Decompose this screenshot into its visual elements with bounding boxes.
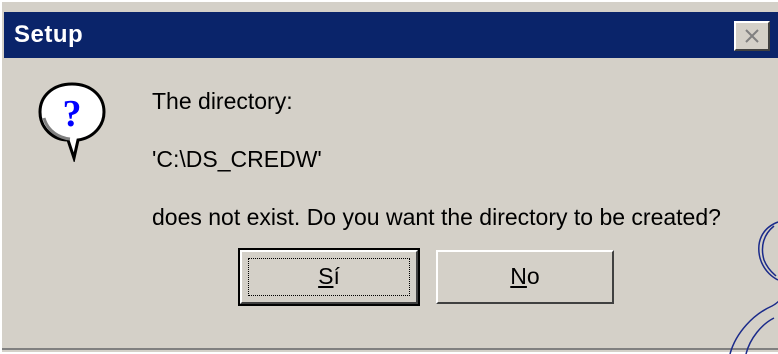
window-title: Setup <box>14 21 84 48</box>
message-line-directory: The directory: <box>152 88 293 114</box>
window-bottom-edge <box>2 348 778 350</box>
question-icon: ? <box>38 82 106 162</box>
yes-button-label: Sí <box>318 263 340 289</box>
yes-button[interactable]: Sí <box>238 248 420 306</box>
no-label-rest: o <box>526 263 540 289</box>
yes-mnemonic: S <box>318 263 334 289</box>
no-button-label: No <box>510 263 539 289</box>
svg-text:?: ? <box>63 93 82 135</box>
close-icon <box>745 29 759 43</box>
title-bar[interactable]: Setup <box>4 12 778 58</box>
no-button[interactable]: No <box>436 250 614 304</box>
message-line-question: does not exist. Do you want the director… <box>152 204 721 230</box>
message-line-path: 'C:\DS_CREDW' <box>152 146 322 172</box>
yes-label-rest: í <box>333 263 340 289</box>
setup-dialog: Setup ? The directory: 'C:\DS_CREDW' doe… <box>0 0 778 354</box>
close-button[interactable] <box>734 21 770 51</box>
no-mnemonic: N <box>510 263 527 289</box>
